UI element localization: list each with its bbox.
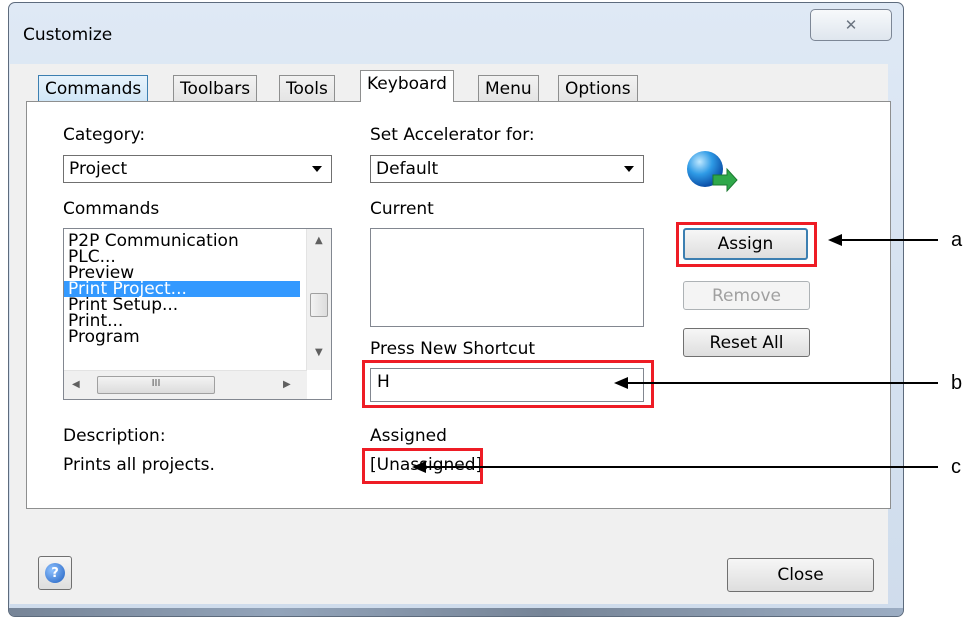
shortcut-value: H bbox=[377, 372, 390, 392]
scroll-right-icon[interactable]: ▶ bbox=[283, 379, 291, 390]
tab-label: Keyboard bbox=[367, 73, 447, 94]
tab-label: Toolbars bbox=[180, 79, 251, 99]
accelerator-value: Default bbox=[376, 159, 439, 179]
scroll-thumb[interactable] bbox=[310, 293, 328, 317]
category-dropdown[interactable]: Project bbox=[63, 155, 332, 183]
close-label: Close bbox=[777, 565, 824, 585]
shortcut-input[interactable]: H bbox=[370, 368, 644, 402]
callout-c: c bbox=[951, 456, 961, 478]
callout-arrow-b-line bbox=[626, 382, 938, 384]
callout-arrow-a-line bbox=[840, 239, 938, 241]
vertical-scrollbar[interactable]: ▲ ▼ bbox=[306, 229, 331, 370]
help-icon: ? bbox=[45, 563, 65, 583]
keyboard-globe-icon bbox=[687, 151, 738, 193]
press-new-shortcut-label: Press New Shortcut bbox=[370, 339, 536, 359]
callout-arrow-c-line bbox=[424, 466, 938, 468]
category-label: Category: bbox=[63, 125, 146, 145]
callout-a: a bbox=[951, 229, 963, 251]
current-shortcuts-list[interactable] bbox=[370, 228, 644, 327]
scroll-down-icon[interactable]: ▼ bbox=[315, 347, 323, 358]
tab-toolbars[interactable]: Toolbars bbox=[173, 75, 258, 102]
chevron-down-icon bbox=[624, 166, 634, 172]
remove-label: Remove bbox=[712, 285, 781, 306]
scroll-left-icon[interactable]: ◀ bbox=[72, 379, 80, 390]
close-icon: ✕ bbox=[844, 16, 858, 34]
category-value: Project bbox=[69, 159, 128, 179]
assigned-value: [Unassigned] bbox=[370, 455, 483, 475]
assigned-label: Assigned bbox=[370, 426, 447, 446]
window-close-button[interactable]: ✕ bbox=[810, 9, 892, 41]
tab-menu[interactable]: Menu bbox=[478, 75, 539, 102]
reset-all-button[interactable]: Reset All bbox=[683, 328, 810, 357]
description-text: Prints all projects. bbox=[63, 455, 215, 475]
chevron-down-icon bbox=[312, 166, 322, 172]
tab-label: Options bbox=[565, 79, 631, 99]
hscroll-thumb[interactable]: III bbox=[97, 376, 215, 394]
tab-label: Commands bbox=[45, 79, 142, 99]
tab-label: Tools bbox=[286, 79, 328, 99]
list-item[interactable]: Program bbox=[64, 329, 300, 346]
tab-label: Menu bbox=[485, 79, 532, 99]
commands-listbox[interactable]: P2P Communication PLC... Preview Print P… bbox=[63, 228, 332, 400]
description-label: Description: bbox=[63, 426, 166, 446]
help-button[interactable]: ? bbox=[38, 556, 72, 590]
callout-b: b bbox=[951, 372, 963, 394]
close-button[interactable]: Close bbox=[727, 558, 874, 592]
remove-button[interactable]: Remove bbox=[683, 281, 810, 310]
reset-all-label: Reset All bbox=[709, 332, 784, 353]
grip-icon: III bbox=[151, 378, 161, 389]
tab-commands[interactable]: Commands bbox=[38, 75, 149, 102]
tab-keyboard[interactable]: Keyboard bbox=[360, 70, 454, 102]
assign-label: Assign bbox=[717, 234, 774, 254]
commands-label: Commands bbox=[63, 199, 160, 219]
set-accelerator-label: Set Accelerator for: bbox=[370, 125, 535, 145]
accelerator-dropdown[interactable]: Default bbox=[370, 155, 644, 183]
tab-options[interactable]: Options bbox=[558, 75, 638, 102]
tab-tools[interactable]: Tools bbox=[279, 75, 335, 102]
window-title: Customize bbox=[23, 25, 113, 45]
assign-button[interactable]: Assign bbox=[683, 228, 808, 260]
current-label: Current bbox=[370, 199, 434, 219]
horizontal-scrollbar[interactable]: ◀ III ▶ bbox=[64, 370, 307, 399]
scroll-up-icon[interactable]: ▲ bbox=[315, 235, 323, 246]
